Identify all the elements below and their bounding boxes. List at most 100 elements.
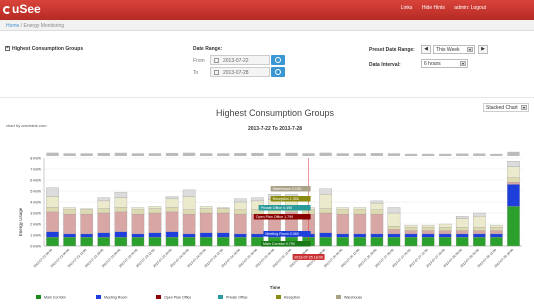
bar-segment[interactable] xyxy=(114,197,128,208)
bar-segment[interactable] xyxy=(234,198,247,203)
bar-segment[interactable] xyxy=(455,216,469,219)
bar-segment[interactable] xyxy=(182,233,196,238)
bar-segment[interactable] xyxy=(165,198,179,208)
bar-segment[interactable] xyxy=(80,208,93,210)
bar-segment[interactable] xyxy=(234,213,247,235)
legend-label[interactable]: Meeting Room xyxy=(104,296,127,300)
bar-segment[interactable] xyxy=(319,232,332,238)
bar-segment[interactable] xyxy=(353,237,367,247)
bar-segment[interactable] xyxy=(421,233,435,238)
bar-segment[interactable] xyxy=(336,213,350,235)
bar-segment[interactable] xyxy=(46,231,59,238)
bar-segment[interactable] xyxy=(387,207,401,214)
bar-segment[interactable] xyxy=(251,233,264,238)
next-period-button[interactable]: ▶ xyxy=(478,45,488,54)
legend-label[interactable]: Open Plan Office xyxy=(164,296,191,300)
expand-icon[interactable]: + xyxy=(5,46,10,51)
preset-range-select[interactable]: This Week ▾ xyxy=(433,45,475,54)
bar-segment[interactable] xyxy=(165,196,179,199)
bar-segment[interactable] xyxy=(370,200,384,204)
bar-segment[interactable] xyxy=(387,226,401,230)
bar-segment[interactable] xyxy=(473,212,486,217)
bar-segment[interactable] xyxy=(131,209,145,215)
bar-segment[interactable] xyxy=(319,208,332,214)
prev-period-button[interactable]: ◀ xyxy=(421,45,431,54)
bar-segment[interactable] xyxy=(80,213,93,235)
bar-segment[interactable] xyxy=(404,237,418,247)
bar-segment[interactable] xyxy=(490,237,503,247)
bar-segment[interactable] xyxy=(490,233,503,238)
bar-segment[interactable] xyxy=(97,212,111,233)
bar-segment[interactable] xyxy=(234,209,247,215)
bar-segment[interactable] xyxy=(455,218,469,228)
chart-credit[interactable]: chart by amcharts.com xyxy=(6,123,47,128)
bar-segment[interactable] xyxy=(234,201,247,210)
links-menu[interactable]: Links xyxy=(401,5,413,11)
bar-segment[interactable] xyxy=(97,237,111,247)
bar-segment[interactable] xyxy=(80,209,93,215)
bar-segment[interactable] xyxy=(455,237,469,247)
bar-segment[interactable] xyxy=(131,233,145,238)
bar-segment[interactable] xyxy=(507,206,520,247)
bar-segment[interactable] xyxy=(63,213,76,235)
bar-segment[interactable] xyxy=(199,232,213,238)
bar-segment[interactable] xyxy=(438,223,452,228)
bar-segment[interactable] xyxy=(404,224,418,228)
legend-label[interactable]: Main Corridor xyxy=(44,296,67,300)
bar-segment[interactable] xyxy=(404,233,418,238)
bar-segment[interactable] xyxy=(421,230,435,235)
bar-segment[interactable] xyxy=(165,231,179,238)
bar-segment[interactable] xyxy=(421,227,435,231)
bar-segment[interactable] xyxy=(216,237,230,247)
bar-segment[interactable] xyxy=(319,188,332,195)
bar-segment[interactable] xyxy=(216,208,230,214)
bar-segment[interactable] xyxy=(319,194,332,209)
bar-segment[interactable] xyxy=(131,207,145,210)
bar-segment[interactable] xyxy=(46,237,59,247)
bar-segment[interactable] xyxy=(370,209,384,215)
bar-segment[interactable] xyxy=(148,232,162,238)
bar-segment[interactable] xyxy=(80,233,93,238)
bar-segment[interactable] xyxy=(97,200,111,209)
bar-segment[interactable] xyxy=(455,233,469,238)
bar-segment[interactable] xyxy=(216,207,230,209)
bar-segment[interactable] xyxy=(234,233,247,238)
hide-hints-link[interactable]: Hide Hints xyxy=(422,5,445,11)
bar-segment[interactable] xyxy=(199,206,213,209)
bar-segment[interactable] xyxy=(438,230,452,235)
bar-segment[interactable] xyxy=(438,237,452,247)
bar-segment[interactable] xyxy=(182,237,196,247)
bar-segment[interactable] xyxy=(63,207,76,210)
bar-segment[interactable] xyxy=(336,233,350,238)
from-date-picker-button[interactable] xyxy=(271,55,285,65)
bar-segment[interactable] xyxy=(46,196,59,208)
bar-segment[interactable] xyxy=(473,237,486,247)
legend-swatch[interactable] xyxy=(336,295,341,299)
bar-segment[interactable] xyxy=(148,212,162,233)
bar-segment[interactable] xyxy=(490,224,503,228)
legend-swatch[interactable] xyxy=(276,295,281,299)
bar-segment[interactable] xyxy=(148,208,162,214)
bar-segment[interactable] xyxy=(387,229,401,235)
data-interval-select[interactable]: 6 hours ▾ xyxy=(421,59,468,68)
breadcrumb-home[interactable]: Home xyxy=(6,23,19,29)
legend-swatch[interactable] xyxy=(96,295,101,299)
bar-segment[interactable] xyxy=(387,233,401,238)
bar-segment[interactable] xyxy=(80,237,93,247)
bar-segment[interactable] xyxy=(63,209,76,215)
bar-segment[interactable] xyxy=(421,224,435,228)
bar-segment[interactable] xyxy=(46,211,59,232)
bar-segment[interactable] xyxy=(507,166,520,178)
from-date-input[interactable]: 2013-07-22 xyxy=(210,55,270,65)
bar-segment[interactable] xyxy=(421,237,435,247)
bar-segment[interactable] xyxy=(507,184,520,207)
bar-segment[interactable] xyxy=(353,209,367,215)
bar-segment[interactable] xyxy=(438,227,452,231)
bar-segment[interactable] xyxy=(165,237,179,247)
bar-segment[interactable] xyxy=(473,216,486,228)
bar-segment[interactable] xyxy=(97,232,111,238)
to-date-picker-button[interactable] xyxy=(271,67,285,77)
bar-segment[interactable] xyxy=(131,237,145,247)
to-date-input[interactable]: 2013-07-28 xyxy=(210,67,270,77)
app-logo[interactable]: uSee xyxy=(3,2,41,16)
